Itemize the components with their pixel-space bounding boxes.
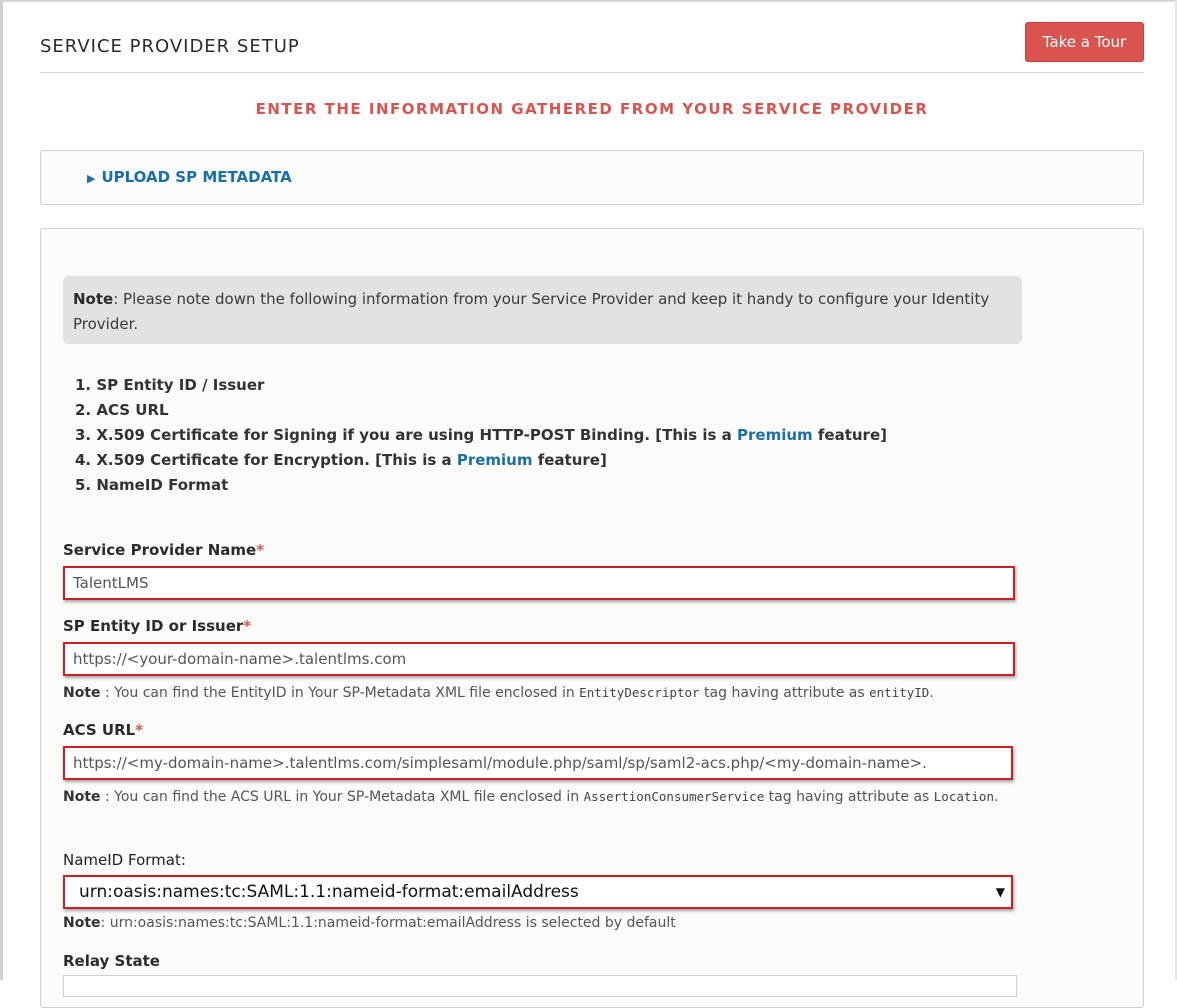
list-item-text: 4. X.509 Certificate for Encryption. [Th… [75, 451, 457, 469]
list-item-text: 3. X.509 Certificate for Signing if you … [75, 426, 737, 444]
info-note: Note: Please note down the following inf… [63, 276, 1022, 344]
list-item: 4. X.509 Certificate for Encryption. [Th… [75, 448, 887, 473]
hint-text: tag having attribute as [764, 789, 934, 805]
nameid-format-hint: Note: urn:oasis:names:tc:SAML:1.1:nameid… [63, 915, 676, 931]
window-top-edge [0, 0, 1177, 3]
nameid-format-selected-value: urn:oasis:names:tc:SAML:1.1:nameid-forma… [79, 882, 579, 902]
hint-code: AssertionConsumerService [583, 789, 765, 804]
required-marker: * [135, 721, 144, 739]
hint-note-prefix: Note [63, 789, 101, 805]
acs-url-label: ACS URL* [63, 721, 143, 739]
take-a-tour-button[interactable]: Take a Tour [1025, 22, 1144, 62]
list-item-text: feature] [812, 426, 887, 444]
hint-text: . [993, 789, 999, 805]
acs-url-hint: Note : You can find the ACS URL in Your … [63, 789, 998, 805]
entity-id-label: SP Entity ID or Issuer* [63, 617, 251, 635]
hint-text: : You can find the EntityID in Your SP-M… [100, 685, 580, 701]
sp-name-input[interactable] [63, 566, 1015, 600]
list-item: 3. X.509 Certificate for Signing if you … [75, 423, 887, 448]
acs-url-input[interactable] [63, 746, 1013, 780]
sp-name-label-text: Service Provider Name [63, 541, 257, 559]
nameid-format-label: NameID Format: [63, 851, 186, 869]
window-left-edge [0, 0, 3, 980]
hint-note-prefix: Note [63, 915, 101, 931]
entity-id-input[interactable] [63, 642, 1015, 676]
header-divider [40, 72, 1144, 73]
upload-sp-metadata-label: UPLOAD SP METADATA [101, 168, 292, 186]
hint-text: . [929, 685, 934, 701]
note-prefix: Note [73, 290, 114, 308]
entity-id-hint: Note : You can find the EntityID in Your… [63, 685, 934, 701]
entity-id-label-text: SP Entity ID or Issuer [63, 617, 244, 635]
chevron-down-icon: ▼ [995, 885, 1005, 899]
sp-name-label: Service Provider Name* [63, 541, 264, 559]
nameid-format-select[interactable]: urn:oasis:names:tc:SAML:1.1:nameid-forma… [63, 875, 1013, 909]
hint-text: tag having attribute as [699, 685, 870, 701]
hint-code: Location [933, 789, 994, 804]
list-item: 1. SP Entity ID / Issuer [75, 376, 265, 394]
note-text: : Please note down the following informa… [73, 290, 990, 333]
hint-text: : urn:oasis:names:tc:SAML:1.1:nameid-for… [100, 915, 676, 931]
hint-text: : You can find the ACS URL in Your SP-Me… [100, 789, 584, 805]
list-item-text: feature] [532, 451, 607, 469]
list-item: 2. ACS URL [75, 401, 169, 419]
relay-state-input[interactable] [63, 975, 1017, 997]
expand-arrow-icon: ▶ [87, 172, 96, 185]
list-item: 5. NameID Format [75, 476, 229, 494]
hint-note-prefix: Note [63, 685, 101, 701]
hint-code: entityID [869, 685, 930, 700]
required-marker: * [256, 541, 265, 559]
premium-link[interactable]: Premium [457, 451, 533, 469]
relay-state-label: Relay State [63, 952, 160, 970]
page-title: SERVICE PROVIDER SETUP [40, 36, 300, 57]
hint-code: EntityDescriptor [579, 685, 700, 700]
acs-url-label-text: ACS URL [63, 721, 136, 739]
premium-link[interactable]: Premium [737, 426, 813, 444]
required-marker: * [243, 617, 252, 635]
requirements-list: 1. SP Entity ID / Issuer 2. ACS URL 3. X… [75, 373, 887, 498]
upload-sp-metadata-toggle[interactable]: ▶ UPLOAD SP METADATA [87, 168, 292, 186]
upload-metadata-panel: ▶ UPLOAD SP METADATA [40, 150, 1144, 205]
section-subtitle: ENTER THE INFORMATION GATHERED FROM YOUR… [255, 100, 929, 118]
